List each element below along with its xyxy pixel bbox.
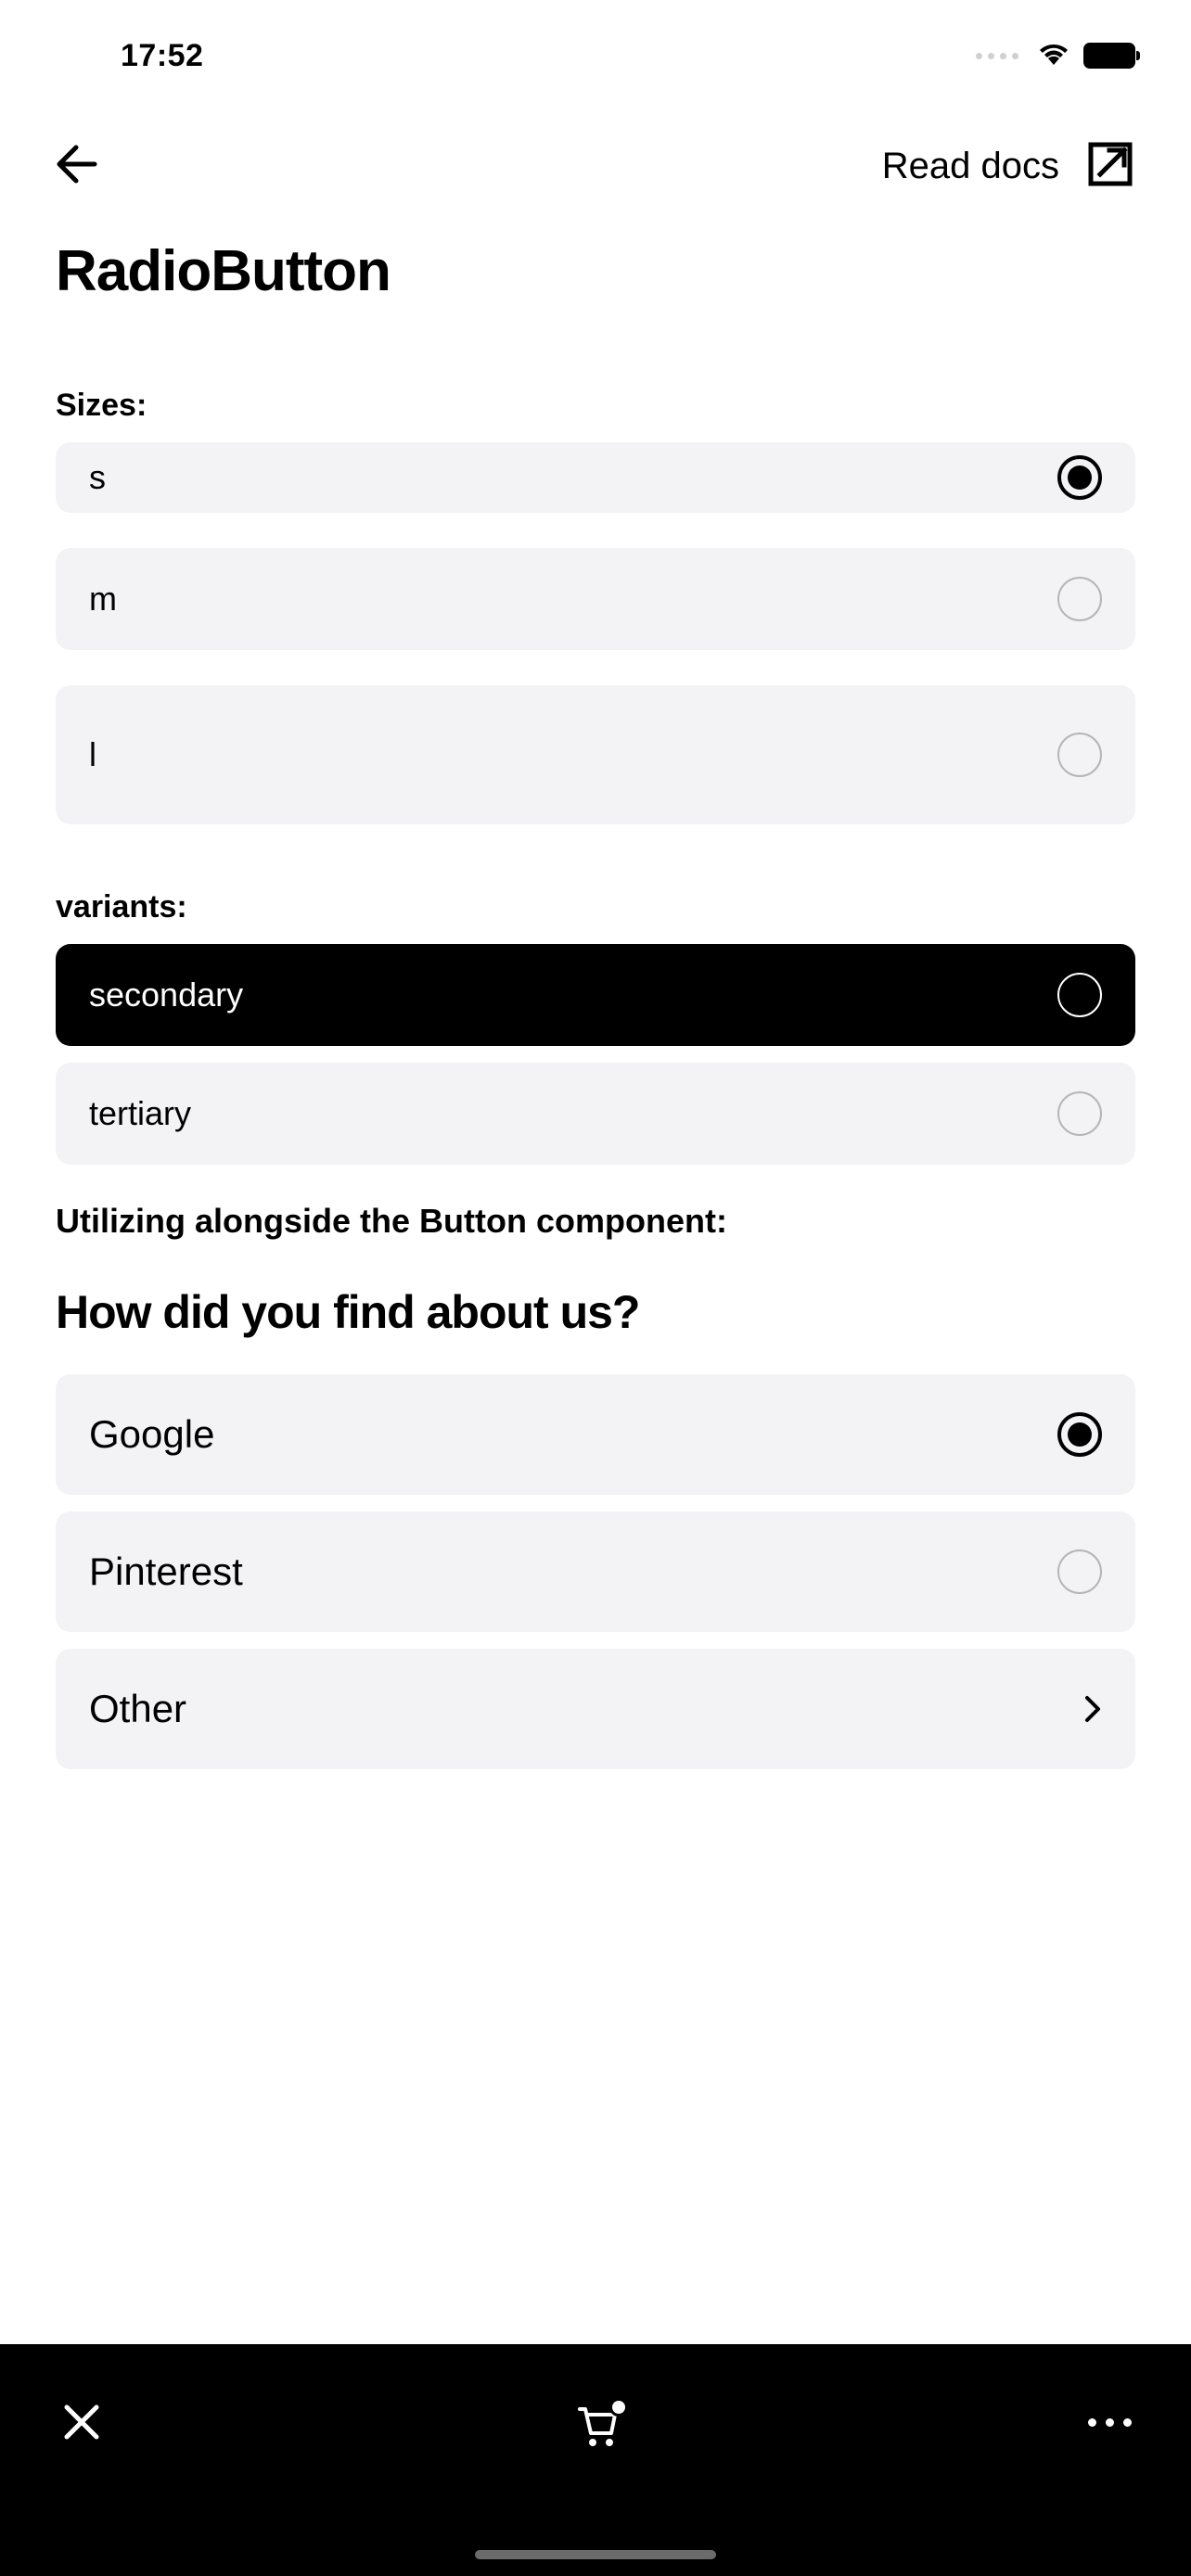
battery-icon — [1083, 43, 1135, 69]
read-docs-link[interactable]: Read docs — [882, 139, 1135, 194]
radio-icon — [1057, 1412, 1102, 1457]
option-label: tertiary — [89, 1094, 191, 1133]
radio-icon — [1057, 1549, 1102, 1594]
option-label: Pinterest — [89, 1549, 243, 1594]
status-time: 17:52 — [121, 38, 203, 74]
usage-option-other[interactable]: Other — [56, 1649, 1135, 1769]
usage-option-google[interactable]: Google — [56, 1374, 1135, 1495]
cart-badge — [609, 2398, 628, 2417]
read-docs-label: Read docs — [882, 146, 1059, 187]
sizes-options: s m l — [0, 442, 1191, 824]
variants-label: variants: — [0, 861, 1191, 944]
size-option-s[interactable]: s — [56, 442, 1135, 513]
option-label: secondary — [89, 976, 243, 1014]
variant-option-secondary[interactable]: secondary — [56, 944, 1135, 1046]
option-label: Google — [89, 1412, 214, 1457]
option-label: s — [89, 458, 106, 497]
radio-icon — [1057, 455, 1102, 500]
back-button[interactable] — [52, 140, 100, 193]
radio-icon — [1057, 733, 1102, 777]
sizes-label: Sizes: — [0, 360, 1191, 442]
external-link-icon — [1085, 139, 1135, 194]
chevron-right-icon — [1083, 1694, 1102, 1724]
option-label: Other — [89, 1687, 186, 1731]
size-option-l[interactable]: l — [56, 685, 1135, 824]
status-indicators — [976, 43, 1135, 69]
more-button[interactable] — [1088, 2400, 1132, 2444]
option-label: l — [89, 735, 96, 774]
close-button[interactable] — [59, 2400, 104, 2449]
question-heading: How did you find about us? — [0, 1269, 1191, 1374]
cart-button[interactable] — [570, 2400, 622, 2456]
radio-icon — [1057, 577, 1102, 621]
bottom-bar — [0, 2344, 1191, 2576]
status-bar: 17:52 — [0, 0, 1191, 111]
variant-option-tertiary[interactable]: tertiary — [56, 1063, 1135, 1165]
size-option-m[interactable]: m — [56, 548, 1135, 650]
home-indicator[interactable] — [475, 2550, 716, 2559]
usage-option-pinterest[interactable]: Pinterest — [56, 1511, 1135, 1632]
radio-icon — [1057, 973, 1102, 1017]
usage-label: Utilizing alongside the Button component… — [0, 1165, 1191, 1269]
radio-icon — [1057, 1091, 1102, 1136]
cellular-signal-icon — [976, 53, 1018, 59]
page-title: RadioButton — [0, 222, 1191, 360]
usage-options: Google Pinterest Other — [0, 1374, 1191, 1769]
variants-options: secondary tertiary — [0, 944, 1191, 1165]
nav-bar: Read docs — [0, 111, 1191, 222]
option-label: m — [89, 580, 117, 618]
wifi-icon — [1037, 43, 1070, 69]
